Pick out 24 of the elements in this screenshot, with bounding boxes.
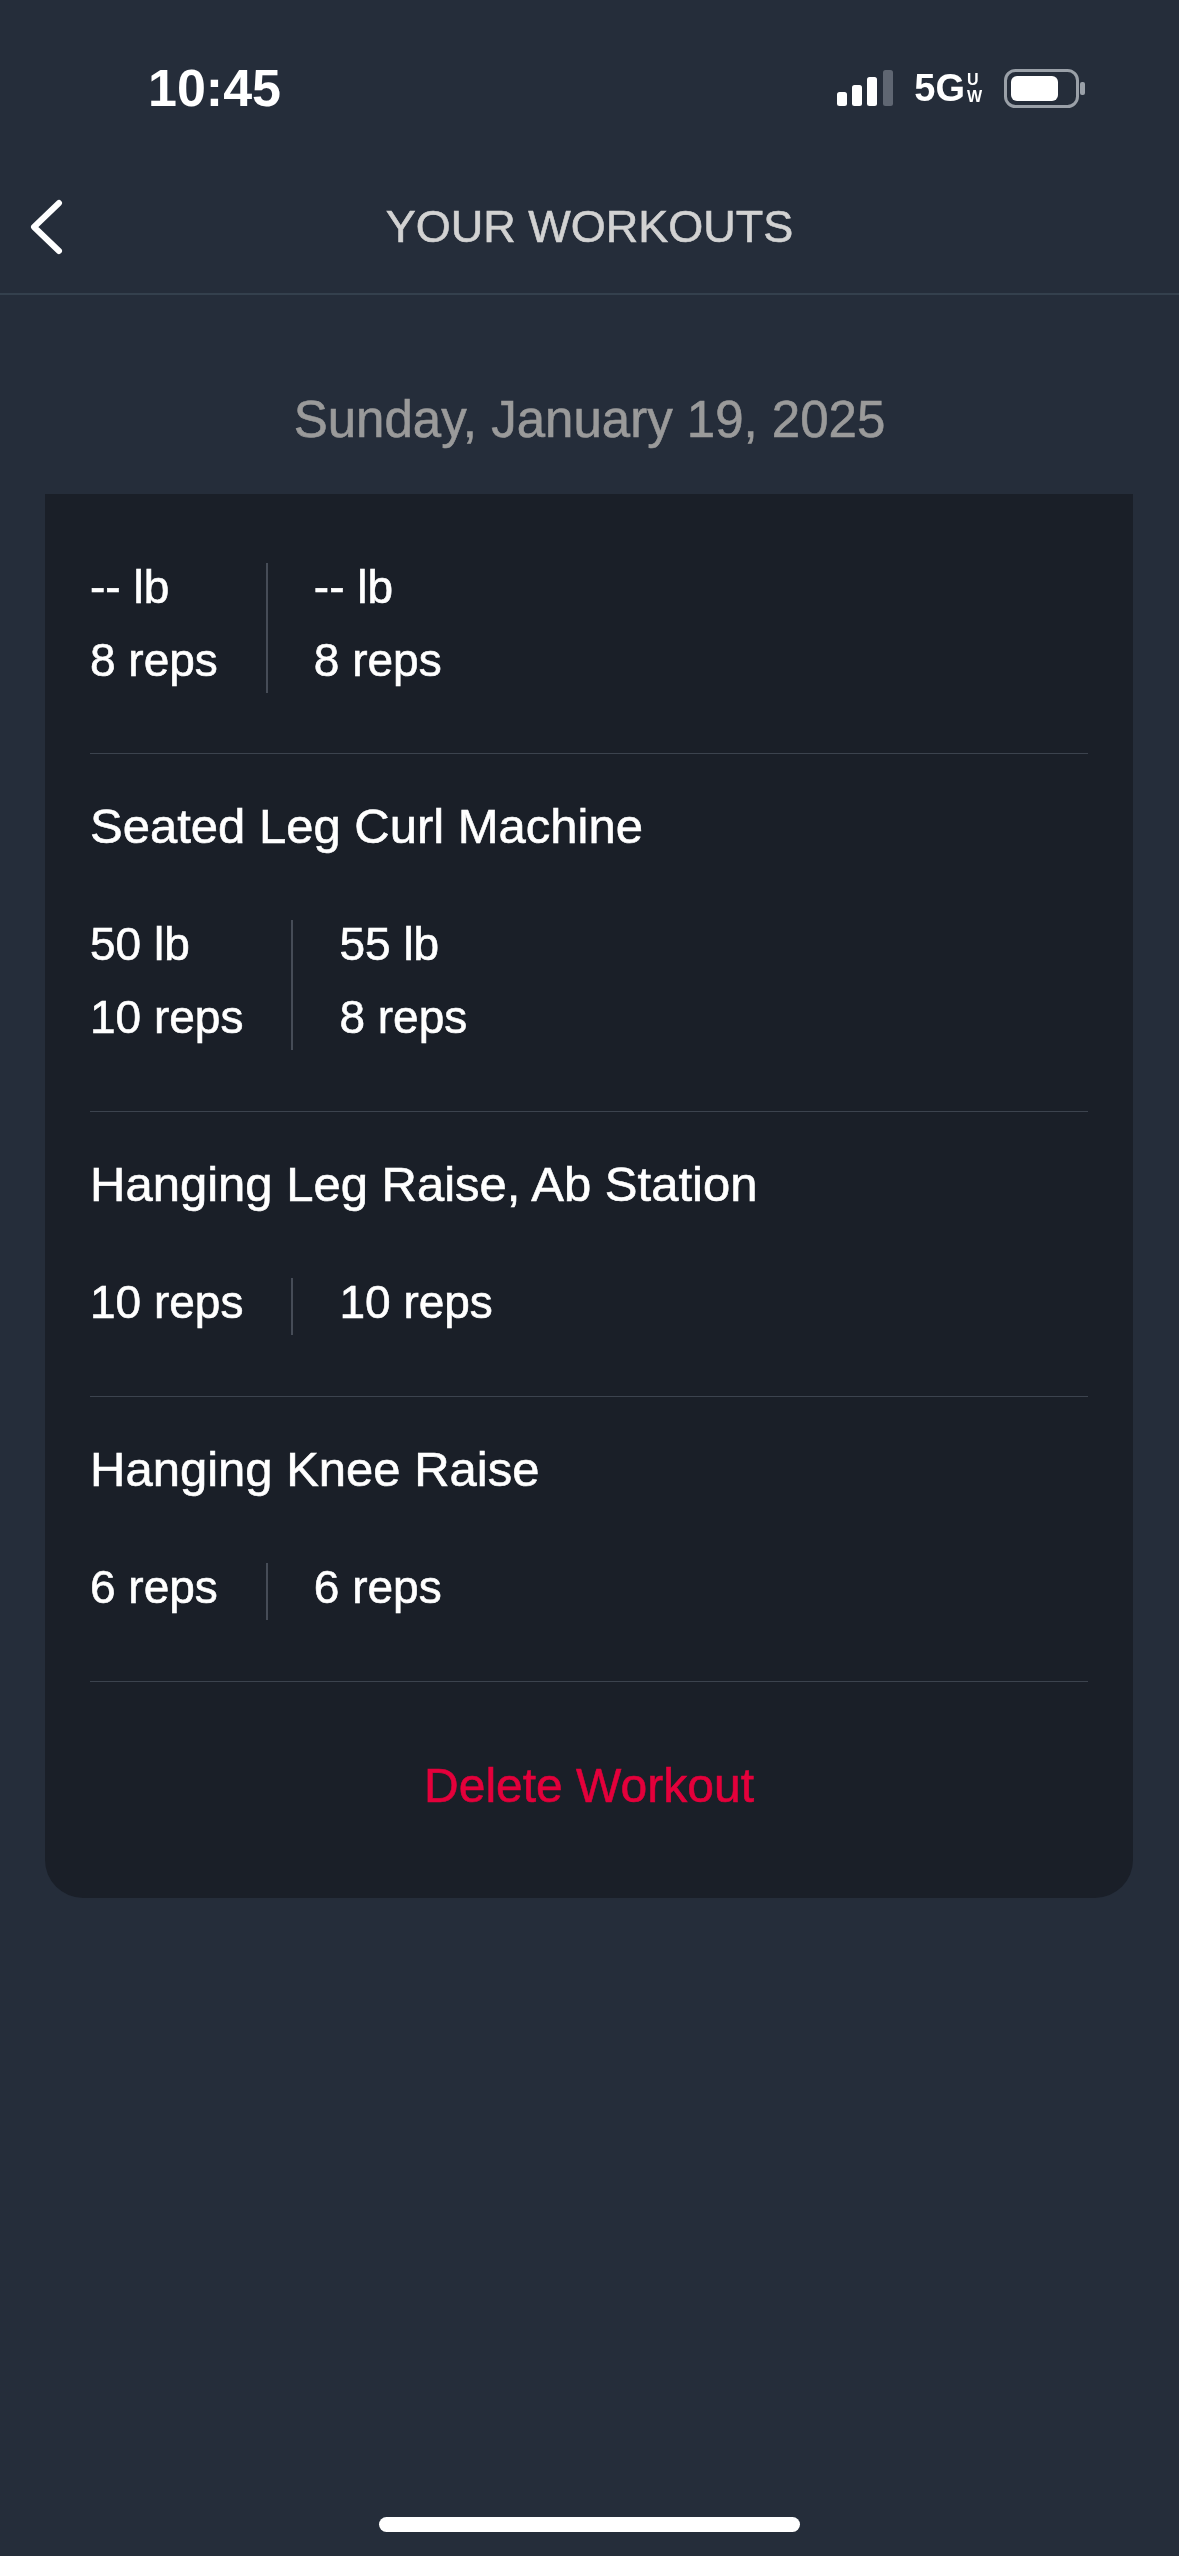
set-reps: 8 reps — [339, 990, 468, 1045]
set-reps: 6 reps — [313, 1560, 442, 1615]
date-heading: Sunday, January 19, 2025 — [293, 390, 886, 450]
network-label: 5G — [914, 68, 965, 108]
page-title: YOUR WORKOUTS — [385, 199, 794, 254]
set-reps: 10 reps — [90, 990, 244, 1045]
exercise-name: Hanging Knee Raise — [90, 1441, 540, 1498]
set-weight: 55 lb — [339, 917, 440, 972]
network-suffix-label: UW — [967, 71, 983, 105]
exercise-name: Hanging Leg Raise, Ab Station — [90, 1156, 758, 1213]
set-weight: -- lb — [313, 560, 394, 615]
set-reps: 8 reps — [313, 633, 442, 688]
set-reps: 10 reps — [339, 1275, 493, 1330]
set-weight: -- lb — [90, 560, 170, 615]
back-button[interactable] — [29, 198, 63, 255]
set-reps: 8 reps — [90, 633, 218, 688]
set-weight: 50 lb — [90, 917, 190, 972]
set-reps: 6 reps — [90, 1560, 218, 1615]
set-reps: 10 reps — [90, 1275, 244, 1330]
delete-workout-button[interactable]: Delete Workout — [424, 1756, 754, 1816]
signal-bars-icon — [837, 70, 894, 106]
exercise-name: Seated Leg Curl Machine — [90, 798, 643, 855]
battery-icon — [1004, 68, 1085, 108]
status-time: 10:45 — [148, 58, 281, 118]
